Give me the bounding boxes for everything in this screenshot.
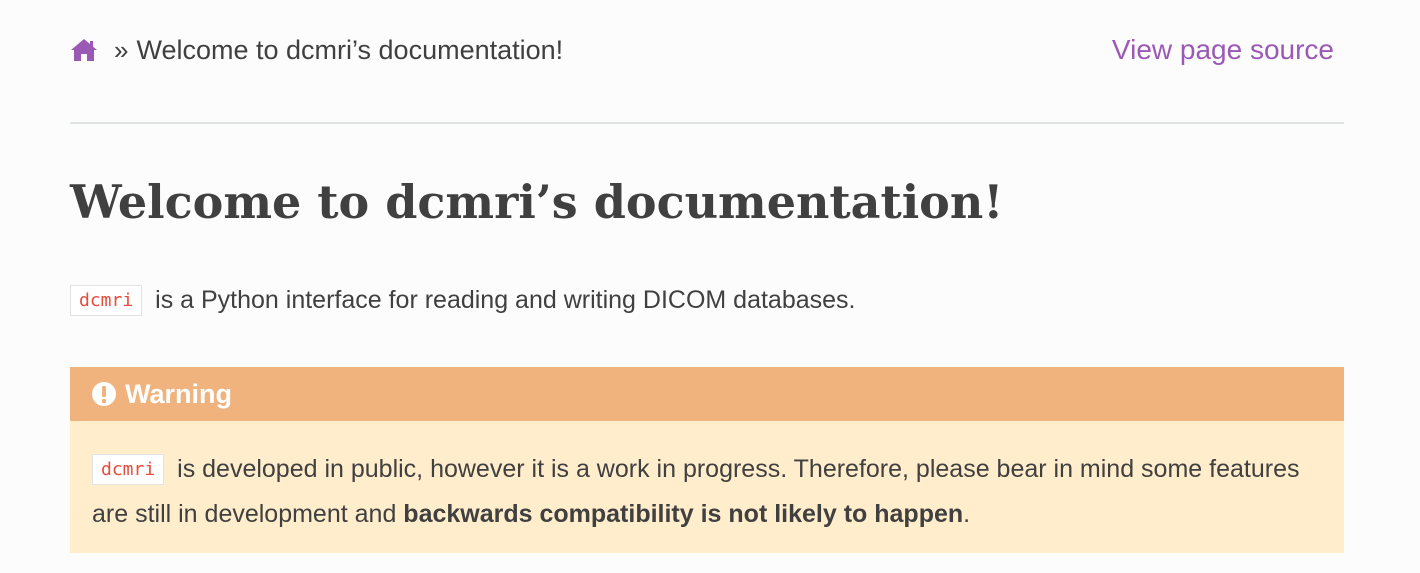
warning-title-bar: Warning <box>70 367 1344 421</box>
inline-code-dcmri: dcmri <box>70 285 143 316</box>
home-icon[interactable] <box>70 37 98 63</box>
breadcrumb-current: Welcome to dcmri’s documentation! <box>136 34 564 65</box>
warning-body: dcmri is developed in public, however it… <box>70 421 1344 536</box>
warning-bold-text: backwards compatibility is not likely to… <box>403 500 964 528</box>
breadcrumb-separator: » <box>114 35 129 65</box>
intro-text: is a Python interface for reading and wr… <box>148 286 856 314</box>
intro-paragraph: dcmri is a Python interface for reading … <box>70 280 856 321</box>
warning-admonition: Warning dcmri is developed in public, ho… <box>70 367 1344 553</box>
warning-title: Warning <box>125 378 232 409</box>
warning-inline-code-dcmri: dcmri <box>92 454 165 485</box>
breadcrumb: » Welcome to dcmri’s documentation! View… <box>70 30 1344 70</box>
view-page-source-link[interactable]: View page source <box>1112 32 1334 68</box>
header-divider <box>70 122 1344 124</box>
page-title: Welcome to dcmri’s documentation! <box>70 175 1004 229</box>
exclamation-circle-icon <box>92 382 116 406</box>
warning-text-after: . <box>963 500 971 528</box>
